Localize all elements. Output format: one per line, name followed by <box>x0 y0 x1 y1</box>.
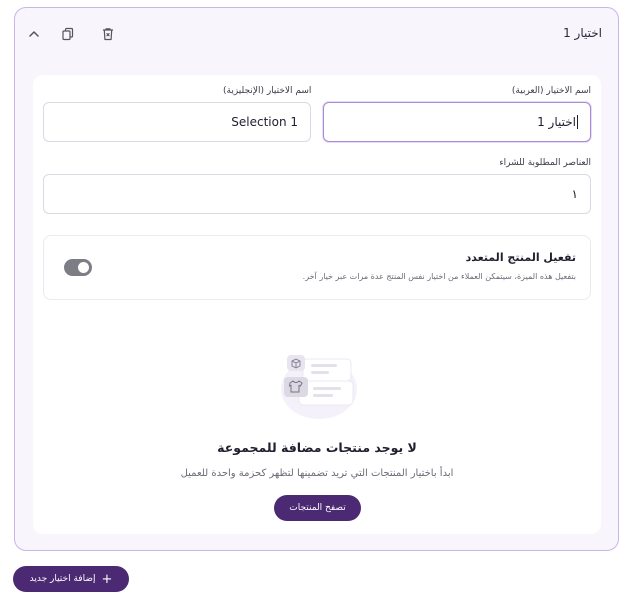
english-name-input[interactable]: Selection 1 <box>43 102 311 142</box>
selection-card: اختيار 1 اسم الاختيار (العربية) اختيار 1… <box>14 7 619 551</box>
multi-product-title: تفعيل المنتج المتعدد <box>465 251 576 264</box>
add-selection-label: إضافة اختيار جديد <box>29 574 96 584</box>
add-selection-button[interactable]: إضافة اختيار جديد + <box>13 566 129 592</box>
copy-icon[interactable] <box>58 24 78 44</box>
multi-product-toggle[interactable] <box>64 259 92 276</box>
toggle-knob <box>78 262 89 273</box>
chevron-up-icon[interactable] <box>24 24 44 44</box>
english-name-label: اسم الاختيار (الإنجليزية) <box>223 86 312 96</box>
text-caret <box>577 115 578 129</box>
required-items-input[interactable]: ١ <box>43 174 591 214</box>
arabic-name-label: اسم الاختيار (العربية) <box>511 86 591 96</box>
empty-products-illustration <box>281 355 357 419</box>
selection-card-header: اختيار 1 <box>15 8 618 60</box>
selection-form: اسم الاختيار (العربية) اختيار 1 اسم الاخ… <box>33 75 601 534</box>
empty-state-title: لا يوجد منتجات مضافة للمجموعة <box>217 440 417 455</box>
arabic-name-input[interactable]: اختيار 1 <box>323 102 591 142</box>
english-name-value: Selection 1 <box>231 115 298 129</box>
required-items-value: ١ <box>571 187 578 201</box>
multi-product-box: تفعيل المنتج المتعدد بتفعيل هذه الميزة، … <box>43 235 591 300</box>
multi-product-description: بتفعيل هذه الميزة، سيتمكن العملاء من اخت… <box>302 272 576 281</box>
empty-state-description: ابدأ باختيار المنتجات التي تريد تضمينها … <box>180 468 454 479</box>
required-items-label: العناصر المطلوبة للشراء <box>499 158 591 168</box>
trash-icon[interactable] <box>98 24 118 44</box>
browse-products-button[interactable]: تصفح المنتجات <box>274 495 361 521</box>
selection-title: اختيار 1 <box>563 26 602 40</box>
plus-icon: + <box>101 571 113 587</box>
arabic-name-value: اختيار 1 <box>537 115 576 129</box>
